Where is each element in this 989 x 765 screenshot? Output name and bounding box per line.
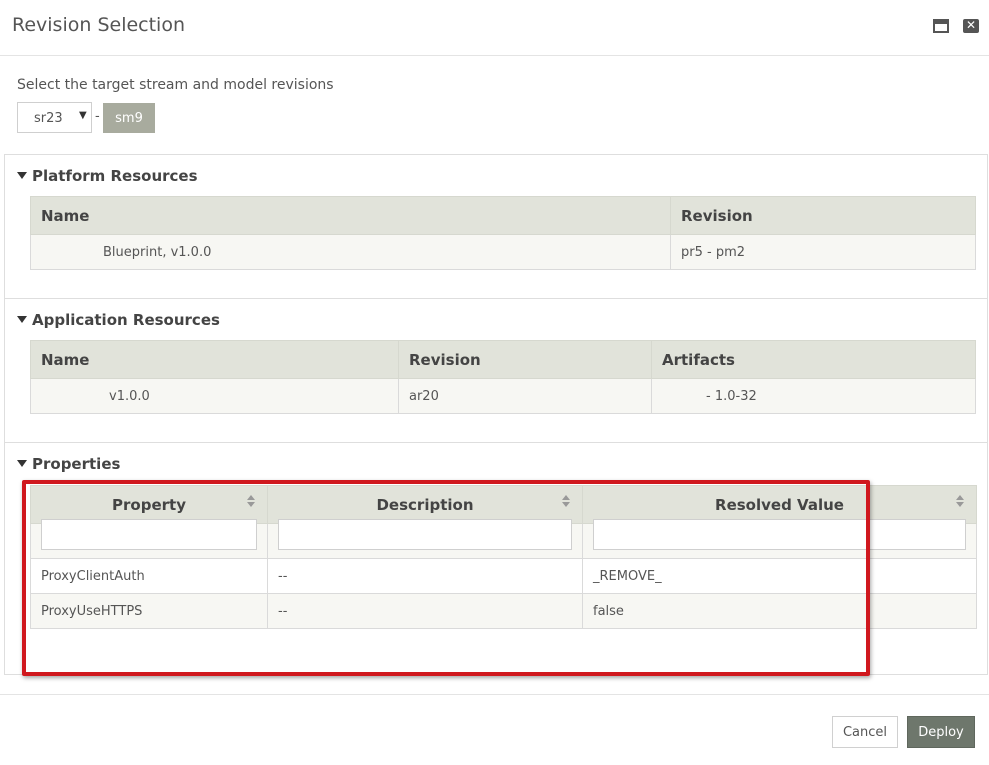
model-revision-button[interactable]: sm9: [103, 103, 155, 133]
cell-revision: pr5 - pm2: [670, 234, 976, 270]
cell-description: --: [267, 593, 583, 629]
dialog-title: Revision Selection: [12, 14, 186, 36]
close-icon[interactable]: ✕: [963, 18, 979, 33]
application-resources-heading: Application Resources: [32, 311, 220, 329]
cell-property: ProxyUseHTTPS: [30, 593, 268, 629]
application-resources-section: Application Resources Name Revision Arti…: [4, 298, 988, 443]
maximize-icon[interactable]: [933, 19, 949, 33]
cell-name: v1.0.0: [30, 378, 399, 414]
column-header-name[interactable]: Name: [30, 340, 399, 379]
column-header-property[interactable]: Property: [30, 485, 268, 550]
cell-description: --: [267, 558, 583, 594]
cell-property: ProxyClientAuth: [30, 558, 268, 594]
cell-name: Blueprint, v1.0.0: [30, 234, 671, 270]
column-header-label: Property: [112, 496, 186, 514]
properties-section: Properties Property Description Resolved…: [4, 442, 988, 675]
column-header-label: Resolved Value: [715, 496, 844, 514]
deploy-button[interactable]: Deploy: [907, 716, 975, 748]
column-header-revision[interactable]: Revision: [398, 340, 652, 379]
column-header-resolved-value[interactable]: Resolved Value: [582, 485, 977, 550]
description-filter-input[interactable]: [278, 519, 572, 550]
cell-resolved-value: _REMOVE_: [582, 558, 977, 594]
instruction-text: Select the target stream and model revis…: [17, 77, 334, 93]
collapse-caret-icon: [17, 316, 27, 323]
collapse-caret-icon: [17, 460, 27, 467]
table-row[interactable]: ProxyUseHTTPS -- false: [30, 593, 977, 629]
collapse-caret-icon: [17, 172, 27, 179]
platform-resources-table: Name Revision Blueprint, v1.0.0 pr5 - pm…: [30, 196, 976, 270]
footer-divider: [0, 694, 989, 695]
column-header-revision[interactable]: Revision: [670, 196, 976, 235]
dropdown-arrow-icon: ▼: [79, 110, 87, 121]
stream-select-value: sr23: [34, 111, 63, 126]
dialog-titlebar: Revision Selection ✕: [0, 0, 989, 56]
column-header-description[interactable]: Description: [267, 485, 583, 550]
stream-select[interactable]: sr23 ▼: [17, 102, 92, 133]
property-filter-input[interactable]: [41, 519, 257, 550]
properties-heading: Properties: [32, 455, 121, 473]
column-header-label: Description: [376, 496, 474, 514]
table-row[interactable]: v1.0.0 ar20 - 1.0-32: [30, 378, 976, 414]
platform-resources-toggle[interactable]: Platform Resources: [17, 167, 198, 185]
table-row[interactable]: ProxyClientAuth -- _REMOVE_: [30, 558, 977, 594]
column-header-name[interactable]: Name: [30, 196, 671, 235]
properties-table: Property Description Resolved Value Prox…: [30, 485, 977, 629]
cancel-button[interactable]: Cancel: [832, 716, 898, 748]
cell-artifacts: - 1.0-32: [651, 378, 976, 414]
properties-toggle[interactable]: Properties: [17, 455, 120, 473]
cell-revision: ar20: [398, 378, 652, 414]
separator: -: [95, 109, 100, 124]
column-header-artifacts[interactable]: Artifacts: [651, 340, 976, 379]
table-row[interactable]: Blueprint, v1.0.0 pr5 - pm2: [30, 234, 976, 270]
resolved-value-filter-input[interactable]: [593, 519, 966, 550]
platform-resources-heading: Platform Resources: [32, 167, 198, 185]
cell-resolved-value: false: [582, 593, 977, 629]
platform-resources-section: Platform Resources Name Revision Bluepri…: [4, 154, 988, 299]
application-resources-table: Name Revision Artifacts v1.0.0 ar20 - 1.…: [30, 340, 976, 414]
application-resources-toggle[interactable]: Application Resources: [17, 311, 220, 329]
